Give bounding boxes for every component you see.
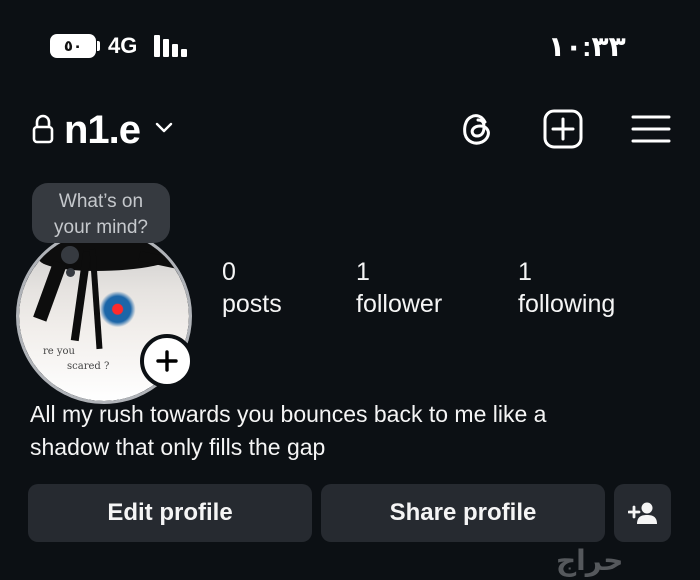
network-type: 4G (108, 33, 138, 58)
lock-icon (32, 114, 54, 144)
menu-icon[interactable] (630, 108, 672, 150)
threads-icon[interactable] (456, 108, 498, 150)
status-time: ١٠:٣٣ (548, 31, 626, 62)
followers-count[interactable]: 1 (356, 258, 370, 287)
note-line-1: What’s on (58, 191, 144, 212)
plus-icon (156, 350, 178, 372)
note-bubble-tail (61, 246, 79, 264)
following-count[interactable]: 1 (518, 258, 532, 287)
battery-level: ٥٠ (63, 38, 83, 55)
bio-line-2: shadow that only fills the gap (30, 434, 326, 460)
edit-profile-button[interactable]: Edit profile (28, 484, 312, 542)
add-person-icon (627, 502, 657, 524)
signal-icon (154, 33, 190, 57)
following-label[interactable]: following (518, 290, 615, 319)
share-profile-button[interactable]: Share profile (321, 484, 605, 542)
avatar-caption-1: re you (43, 346, 75, 357)
note-line-2: your mind? (54, 217, 148, 238)
battery-tip (97, 41, 100, 51)
posts-label[interactable]: posts (222, 290, 282, 319)
new-post-icon[interactable] (542, 108, 584, 150)
avatar-caption-2: scared ? (67, 361, 110, 372)
watermark: حراج (556, 545, 624, 576)
chevron-down-icon[interactable] (154, 118, 174, 138)
bio-line-1: All my rush towards you bounces back to … (30, 401, 547, 427)
battery-indicator: ٥٠ (50, 34, 96, 58)
profile-bio: All my rush towards you bounces back to … (30, 398, 650, 464)
account-username[interactable]: n1.e (64, 108, 141, 153)
note-bubble[interactable]: What’s on your mind? (32, 183, 170, 243)
posts-count[interactable]: 0 (222, 258, 236, 287)
add-story-button[interactable] (140, 334, 194, 388)
discover-people-button[interactable] (614, 484, 671, 542)
followers-label[interactable]: follower (356, 290, 442, 319)
note-bubble-tail-small (66, 268, 75, 277)
